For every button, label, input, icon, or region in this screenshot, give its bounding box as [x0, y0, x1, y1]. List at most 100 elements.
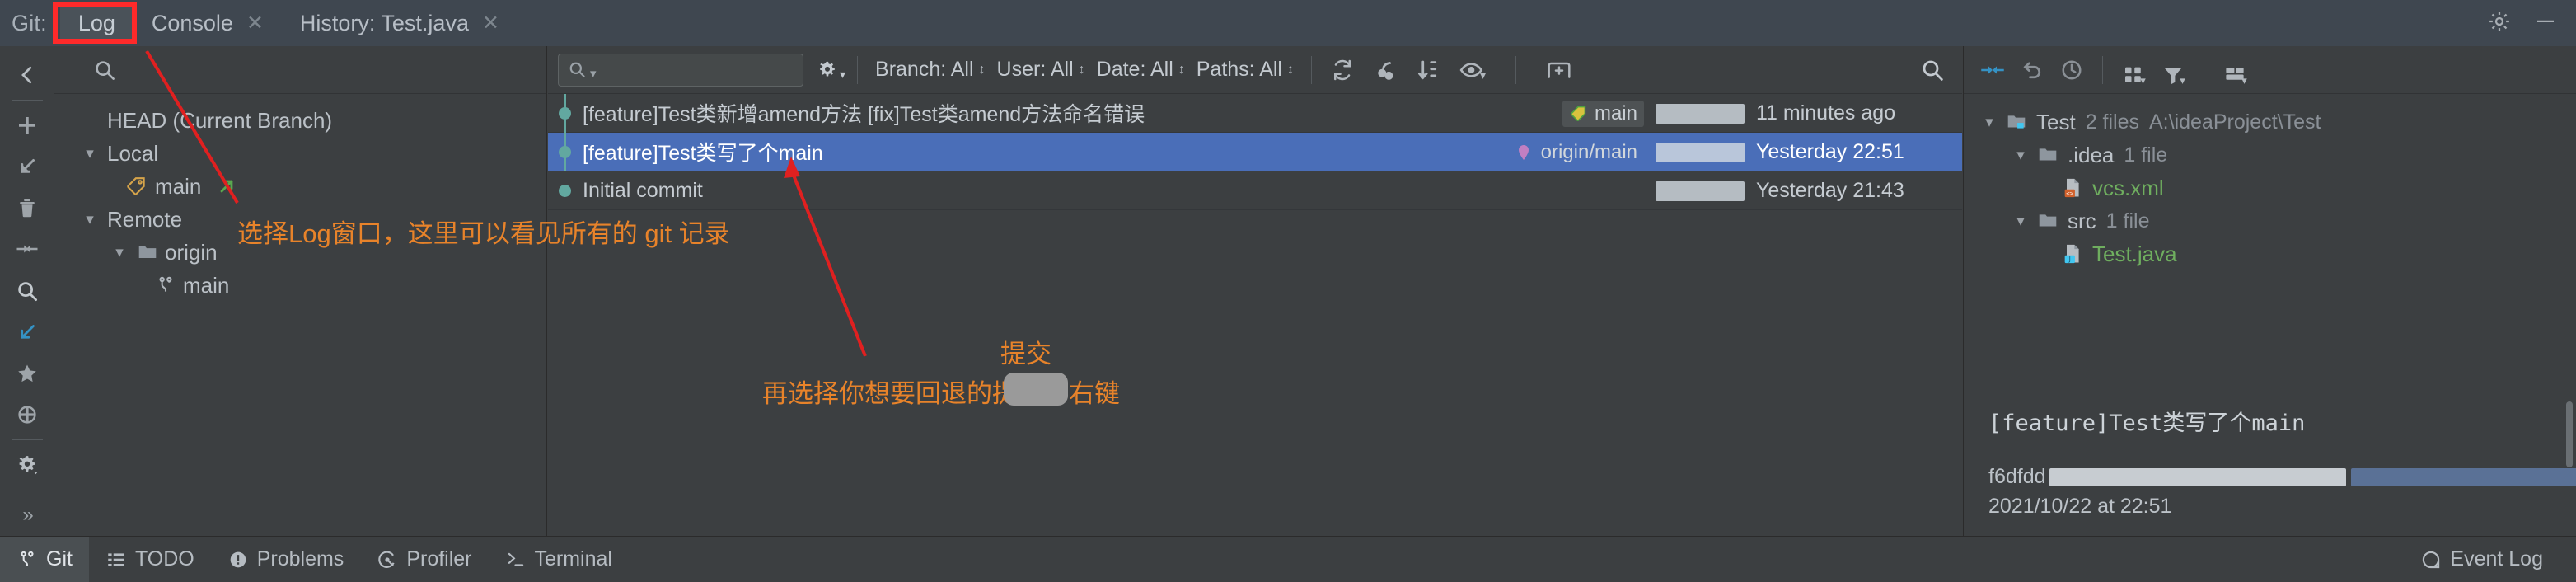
tree-item-local-main[interactable]: main	[54, 170, 546, 203]
filter-icon[interactable]: ▾	[2156, 53, 2190, 87]
detail-scrollbar[interactable]	[2566, 401, 2573, 467]
tree-item-local[interactable]: ▾ Local	[54, 137, 546, 170]
log-search-field[interactable]	[601, 58, 775, 82]
back-icon[interactable]	[0, 54, 54, 96]
close-icon[interactable]: ✕	[246, 12, 264, 34]
chevron-down-icon[interactable]: ▾	[840, 68, 845, 82]
graph-node	[559, 107, 571, 120]
file-row-test-java[interactable]: J Test.java	[1964, 237, 2576, 270]
status-item-git[interactable]: Git	[0, 536, 89, 582]
target-icon[interactable]	[0, 394, 54, 435]
branch-filter-button[interactable]: Branch: All ↕	[869, 58, 991, 82]
chevron-down-icon[interactable]: ▾	[79, 144, 101, 163]
chevron-down-icon[interactable]: ▾	[2180, 74, 2185, 87]
tree-item-label: main	[183, 272, 230, 298]
spinner-arrows-icon[interactable]: ↕	[979, 63, 986, 77]
table-row[interactable]: Initial commit Yesterday 21:43	[548, 171, 1962, 210]
settings-gear-icon[interactable]	[0, 444, 54, 486]
update-project-icon[interactable]	[0, 146, 54, 187]
log-search-input[interactable]: ▾	[558, 53, 803, 87]
exclamation-circle-icon	[230, 551, 246, 567]
search-icon[interactable]	[0, 270, 54, 312]
ref-badge-local[interactable]: main	[1562, 100, 1644, 127]
search-log-icon[interactable]	[1919, 57, 1946, 83]
ref-badge-remote[interactable]: origin/main	[1509, 139, 1644, 166]
tree-item-head[interactable]: HEAD (Current Branch)	[54, 104, 546, 137]
hash-prefix: f6dfdd	[1988, 465, 2046, 488]
user-filter-button[interactable]: User: All ↕	[991, 58, 1091, 82]
status-item-label: Git	[46, 547, 73, 570]
changed-files-panel: ▾ ▾ ▾ ▾ Test 2 files A:\ideaProject\Test	[1963, 46, 2576, 536]
toolbar-separator	[1310, 55, 1312, 84]
minimize-icon[interactable]	[2533, 9, 2558, 38]
spinner-arrows-icon[interactable]: ↕	[1079, 63, 1085, 77]
status-item-event-log[interactable]: Event Log	[2404, 537, 2560, 582]
history-icon[interactable]	[2054, 53, 2089, 87]
file-row-test-module[interactable]: ▾ Test 2 files A:\ideaProject\Test	[1964, 106, 2576, 138]
chevron-down-icon[interactable]: ▾	[590, 66, 597, 81]
trash-icon[interactable]	[0, 187, 54, 228]
star-icon[interactable]	[0, 353, 54, 394]
tab-console-label: Console	[151, 10, 233, 35]
chevron-down-icon[interactable]: ▾	[109, 243, 130, 262]
commit-message: [feature]Test类新增amend方法 [fix]Test类amend方…	[583, 103, 1145, 126]
paths-filter-button[interactable]: Paths: All ↕	[1191, 58, 1300, 82]
group-by-icon[interactable]: ▾	[2116, 53, 2151, 87]
tab-history[interactable]: History: Test.java ✕	[282, 3, 518, 43]
table-row[interactable]: [feature]Test类写了个main origin/main Yester…	[548, 133, 1962, 171]
date-filter-label: Date: All	[1096, 58, 1173, 81]
gear-icon[interactable]: ▾	[815, 58, 845, 82]
add-icon[interactable]	[0, 105, 54, 146]
vcs-label: Git:	[12, 10, 47, 35]
spinner-arrows-icon[interactable]: ↕	[1287, 63, 1294, 77]
show-eye-icon[interactable]: ▾	[1459, 58, 1486, 82]
file-row-vcs-xml[interactable]: <> vcs.xml	[1964, 171, 2576, 204]
email-redacted	[2350, 468, 2576, 487]
expand-more-icon[interactable]: »	[0, 495, 54, 536]
xml-file-icon: <>	[2061, 176, 2084, 199]
folder-icon	[2036, 144, 2059, 166]
paths-filter-label: Paths: All	[1196, 58, 1282, 81]
chevron-down-icon[interactable]: ▾	[2010, 146, 2031, 165]
refresh-icon[interactable]	[1330, 58, 1355, 82]
tab-log[interactable]: Log	[59, 3, 133, 43]
tab-console[interactable]: Console ✕	[133, 3, 282, 43]
table-row[interactable]: [feature]Test类新增amend方法 [fix]Test类amend方…	[548, 94, 1962, 133]
commit-detail-title: [feature]Test类写了个main	[1988, 411, 2306, 436]
chevron-down-icon[interactable]: ▾	[2140, 74, 2146, 87]
status-item-todo[interactable]: TODO	[89, 537, 211, 582]
date-filter-button[interactable]: Date: All ↕	[1091, 58, 1191, 82]
tree-item-remote[interactable]: ▾ Remote	[54, 203, 546, 236]
chevron-down-icon[interactable]: ▾	[2010, 212, 2031, 231]
collapse-icon[interactable]	[1975, 53, 2010, 87]
profiler-icon	[378, 551, 395, 568]
changed-files-toolbar: ▾ ▾ ▾	[1964, 46, 2576, 94]
chevron-down-icon[interactable]: ▾	[2241, 74, 2247, 87]
branch-search-row[interactable]	[54, 46, 546, 94]
commit-list: [feature]Test类新增amend方法 [fix]Test类amend方…	[548, 94, 1962, 210]
status-item-problems[interactable]: Problems	[211, 537, 361, 582]
close-icon[interactable]: ✕	[482, 12, 499, 34]
ref-label: origin/main	[1540, 140, 1637, 163]
sort-icon[interactable]	[1416, 58, 1440, 82]
tree-item-origin-main[interactable]: main	[54, 269, 546, 302]
checkout-icon[interactable]	[0, 312, 54, 353]
spinner-arrows-icon[interactable]: ↕	[1178, 63, 1185, 77]
file-row-src-folder[interactable]: ▾ src 1 file	[1964, 204, 2576, 237]
file-row-idea-folder[interactable]: ▾ .idea 1 file	[1964, 138, 2576, 171]
file-label: Test	[2036, 109, 2076, 134]
chevron-down-icon[interactable]: ▾	[1480, 68, 1486, 82]
gear-icon[interactable]	[2487, 9, 2512, 38]
compare-icon[interactable]	[0, 228, 54, 270]
layout-icon[interactable]: ▾	[2218, 53, 2252, 87]
tree-item-origin[interactable]: ▾ origin	[54, 236, 546, 269]
chevron-down-icon[interactable]: ▾	[79, 210, 101, 229]
status-item-profiler[interactable]: Profiler	[360, 537, 488, 582]
chevron-down-icon[interactable]: ▾	[1979, 113, 2000, 132]
add-tab-icon[interactable]	[1546, 58, 1572, 82]
tag-icon	[1571, 106, 1586, 121]
toolbar-separator	[2102, 55, 2103, 84]
cherry-pick-icon[interactable]	[1373, 58, 1398, 82]
status-item-terminal[interactable]: Terminal	[489, 537, 629, 582]
revert-icon[interactable]	[2015, 53, 2049, 87]
